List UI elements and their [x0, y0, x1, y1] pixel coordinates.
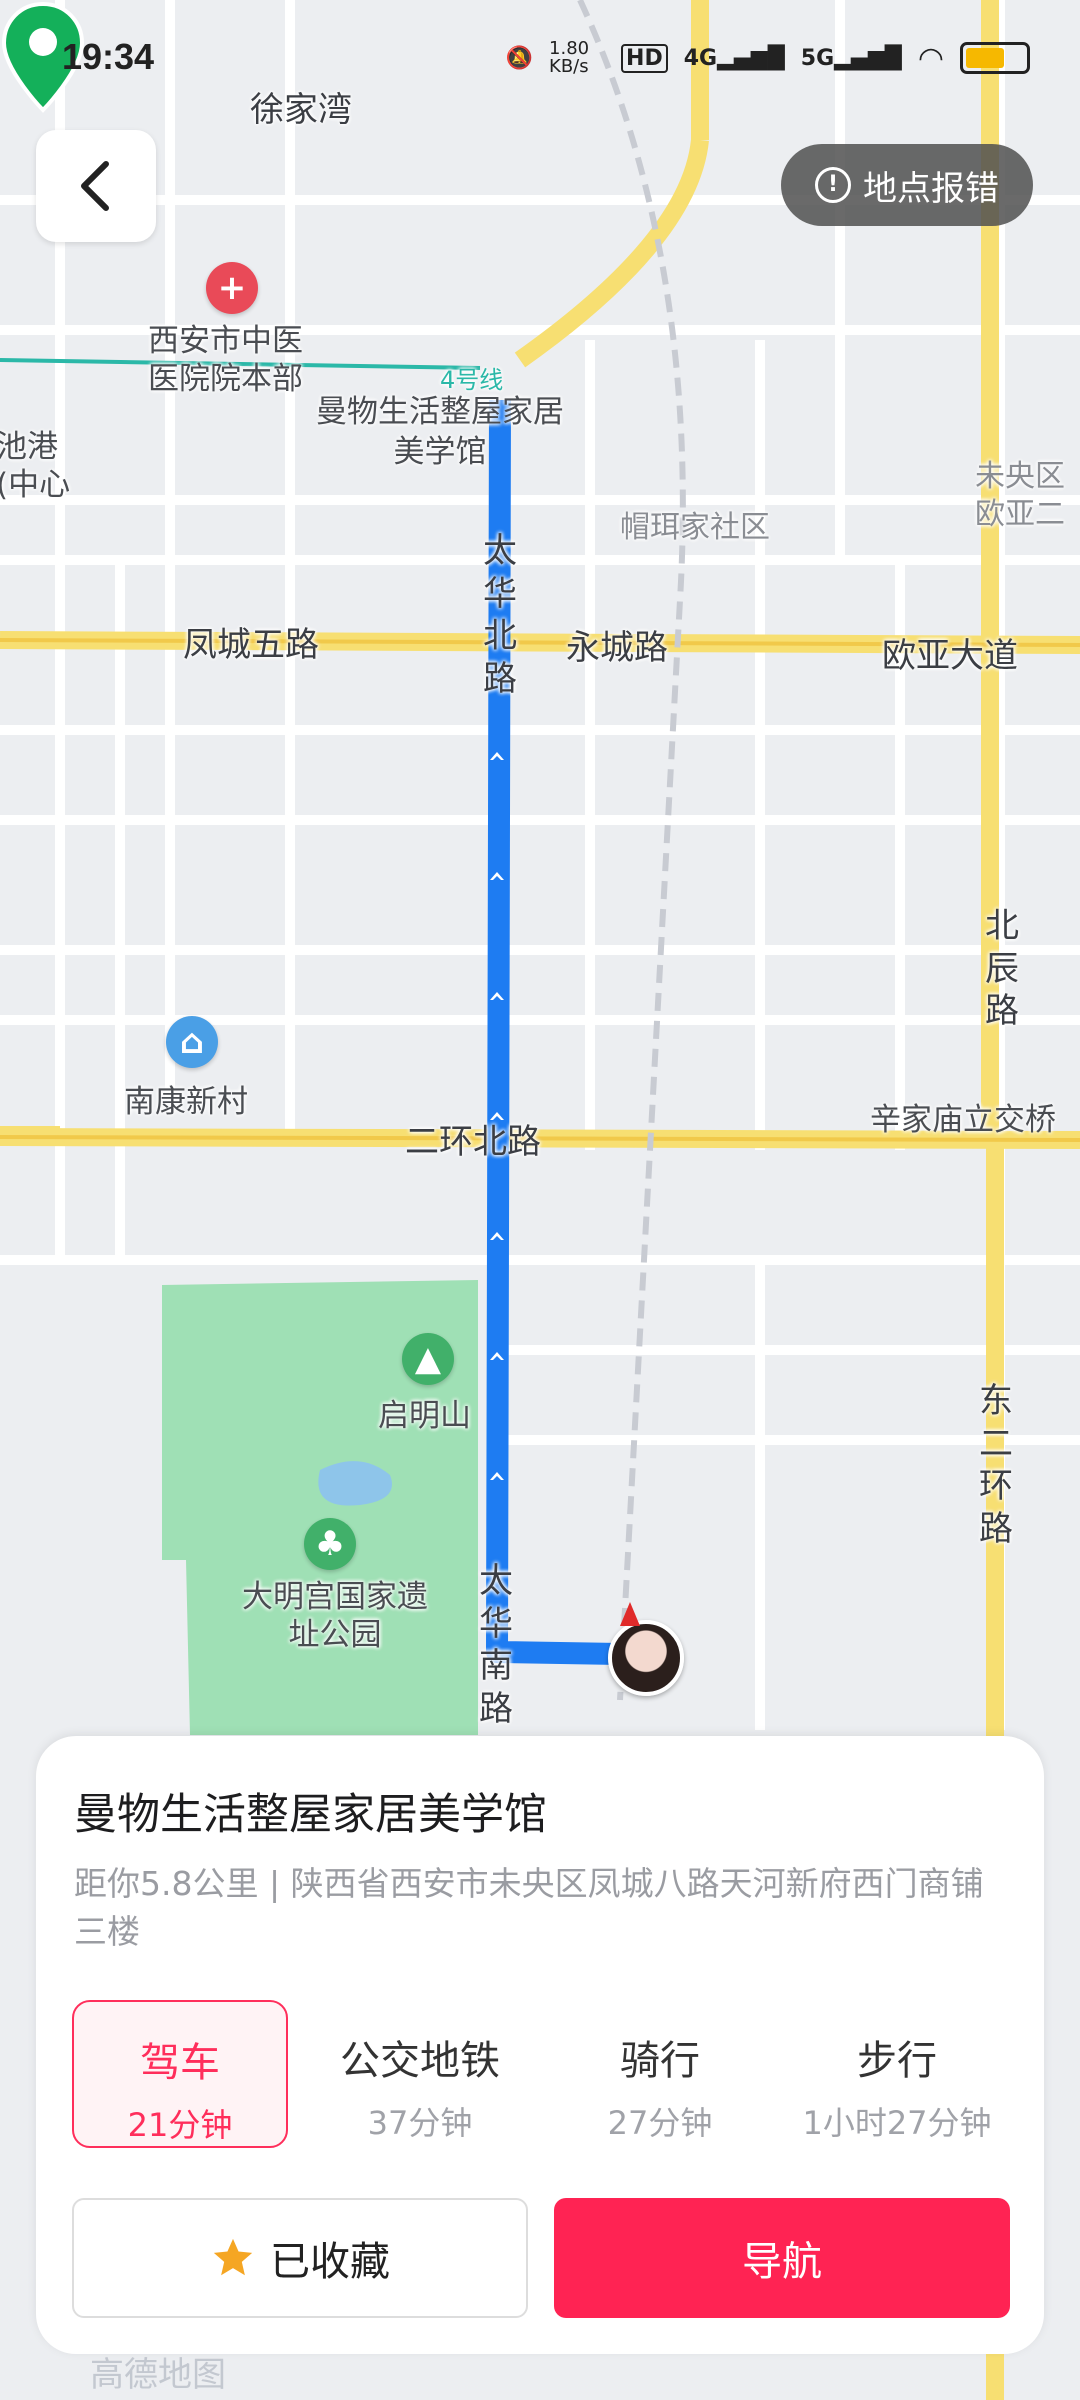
wifi-icon: ◠ [917, 40, 944, 76]
map-label-fengcheng5: 凤城五路 [183, 625, 319, 665]
mode-drive[interactable]: 驾车 21分钟 [72, 2000, 288, 2148]
signal-4g-icon: 4G▂▄▆█ [683, 45, 785, 71]
map-label-erhuan: 二环北路 [405, 1122, 541, 1162]
mode-label: 驾车 [140, 2040, 220, 2086]
park-tree-icon: ♣ [304, 1518, 356, 1570]
map-label-taihua-north: 太华北路 [483, 531, 517, 699]
battery-icon [960, 42, 1030, 74]
hd-icon: HD [621, 43, 668, 73]
status-time: 19:34 [62, 36, 155, 77]
status-icons: 🔕 1.80 KB/s HD 4G▂▄▆█ 5G▂▄▆█ ◠ [506, 40, 1030, 76]
mode-label: 骑行 [620, 2038, 700, 2084]
map-label-store: 曼物生活整屋家居美学馆 [316, 394, 564, 470]
favorite-label: 已收藏 [270, 2239, 390, 2285]
map-label-beichen: 北辰路 [985, 906, 1019, 1031]
signal-5g-icon: 5G▂▄▆█ [800, 45, 902, 71]
place-card: 曼物生活整屋家居美学馆 距你5.8公里 | 陕西省西安市未央区凤城八路天河新府西… [36, 1736, 1044, 2354]
mode-time: 37分钟 [367, 2104, 473, 2142]
map-label-maoer: 帽珥家社区 [620, 510, 770, 545]
place-description: 距你5.8公里 | 陕西省西安市未央区凤城八路天河新府西门商铺三楼 [74, 1864, 984, 1951]
back-button[interactable] [36, 130, 156, 242]
watermark-text: 高德地图 [90, 2355, 226, 2395]
map-label-chigang: 池港(中心 [0, 429, 71, 503]
map-watermark: 高德地图 [0, 2345, 1080, 2400]
mode-transit[interactable]: 公交地铁 37分钟 [312, 2000, 528, 2148]
map-label-ouya: 欧亚大道 [882, 636, 1018, 676]
mode-bike[interactable]: 骑行 27分钟 [552, 2000, 768, 2148]
report-error-button[interactable]: ! 地点报错 [781, 144, 1033, 226]
mode-time: 27分钟 [607, 2104, 713, 2142]
favorite-button[interactable]: 已收藏 [72, 2198, 528, 2318]
mode-time: 21分钟 [127, 2106, 233, 2144]
navigate-label: 导航 [742, 2239, 822, 2285]
status-bar: 19:34 🔕 1.80 KB/s HD 4G▂▄▆█ 5G▂▄▆█ ◠ [0, 30, 1080, 90]
mode-label: 步行 [857, 2038, 937, 2084]
mode-label: 公交地铁 [340, 2038, 500, 2084]
user-location-avatar [608, 1602, 684, 1696]
navigate-button[interactable]: 导航 [554, 2198, 1010, 2318]
map-label-metro: 4号线 [440, 366, 504, 394]
mountain-icon: ▲ [402, 1333, 454, 1385]
report-error-label: 地点报错 [863, 168, 999, 209]
travel-modes: 驾车 21分钟 公交地铁 37分钟 骑行 27分钟 步行 1小时27分钟 [72, 2000, 1012, 2148]
map-label-dongerhuan: 东二环路 [979, 1381, 1013, 1549]
mode-walk[interactable]: 步行 1小时27分钟 [782, 2000, 1012, 2148]
mute-icon: 🔕 [505, 45, 534, 71]
map-label-xinjiamiao: 辛家庙立交桥 [870, 1102, 1056, 1138]
mode-time: 1小时27分钟 [802, 2104, 992, 2142]
map-label-nankang: 南康新村 [124, 1084, 248, 1120]
map-label-yongcheng: 永城路 [566, 628, 668, 668]
star-icon [213, 2238, 253, 2276]
net-speed: 1.80 KB/s [549, 38, 590, 77]
chevron-left-icon [81, 161, 109, 211]
map-label-qiming: 启明山 [378, 1398, 471, 1434]
map-label-weiyang: 未央区欧亚二 [975, 459, 1065, 532]
map-label-daminggong: 大明宫国家遗址公园 [242, 1579, 428, 1653]
map-label-taihua-south: 太华南路 [479, 1561, 513, 1729]
village-icon: ⌂ [166, 1016, 218, 1068]
place-name: 曼物生活整屋家居美学馆 [74, 1790, 547, 1840]
hospital-icon: + [206, 262, 258, 314]
info-icon: ! [815, 167, 851, 203]
map-label-hospital: 西安市中医医院院本部 [148, 323, 303, 397]
